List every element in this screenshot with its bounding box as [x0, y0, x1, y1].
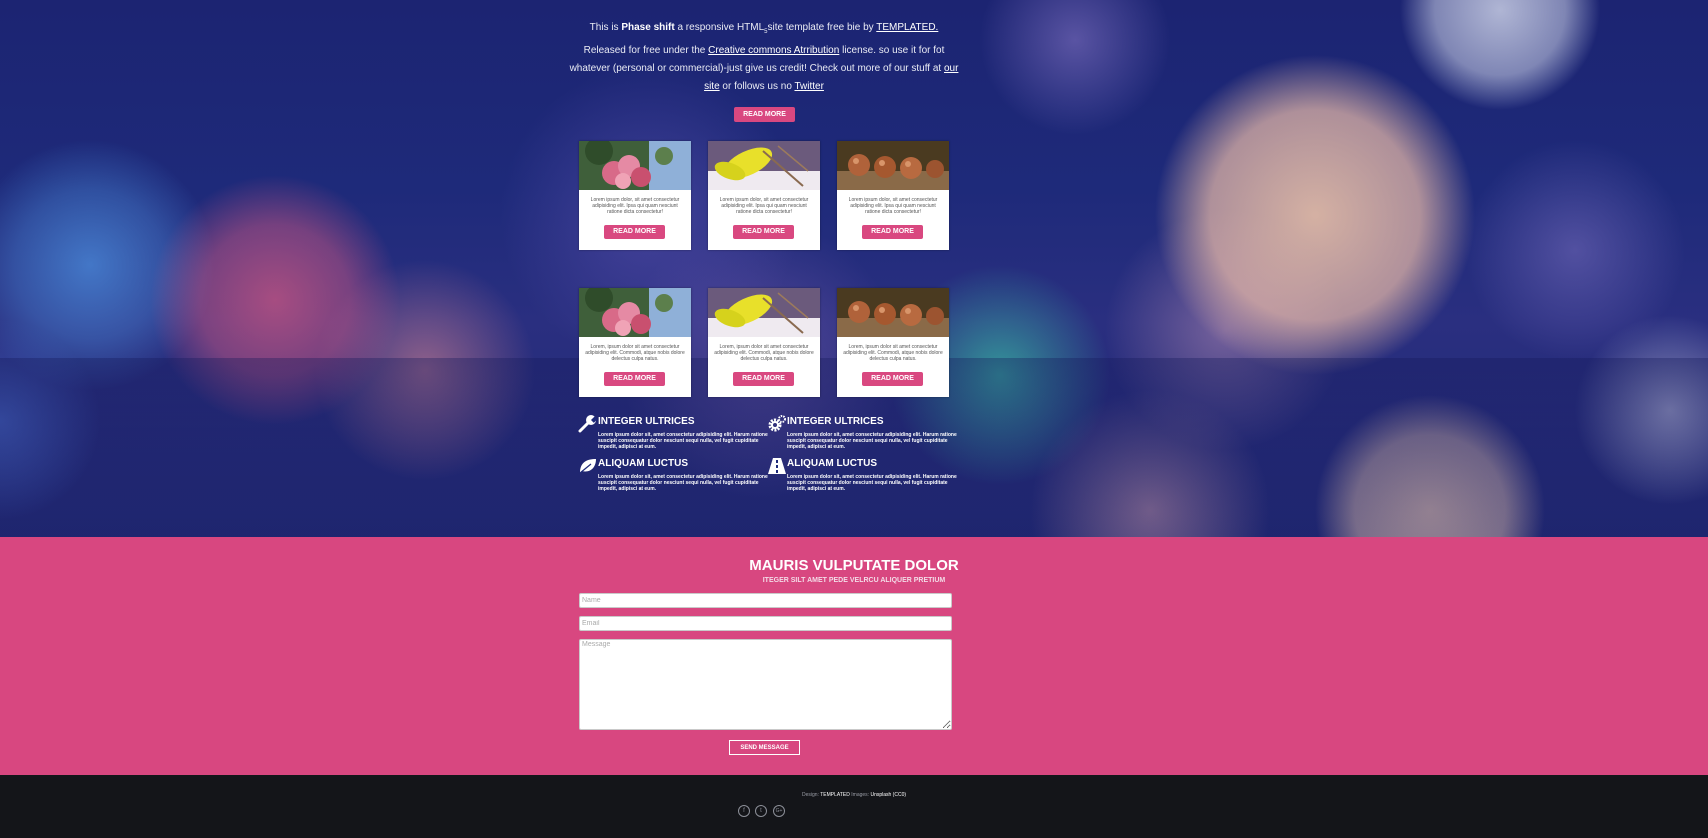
yellow-leaf-photo: [708, 141, 820, 190]
road-icon: [767, 456, 787, 476]
feature-title: ALIQUAM LUCTUS: [598, 458, 688, 469]
feature-text: Lorem ipsum dolor sit, amet consectetur …: [598, 474, 768, 492]
main-section: This is Phase shift a responsive HTML5si…: [0, 0, 1708, 537]
footer: Design: TEMPLATED Images: Unsplash (CC0)…: [0, 775, 1708, 838]
credit-label: Design:: [801, 792, 821, 798]
card-text: Lorem, ipsum dolor sit amet consectetur …: [585, 344, 685, 362]
intro-text: This is: [589, 22, 622, 33]
googleplus-icon[interactable]: G+: [773, 805, 785, 817]
twitter-icon[interactable]: t: [755, 805, 767, 817]
intro-brand: Phase shift: [621, 22, 675, 33]
feature-text: Lorem ipsum dolor sit, amet consectetur …: [598, 432, 768, 450]
intro-read-more-button[interactable]: READ MORE: [734, 107, 795, 122]
intro-text: a responsive HTML: [674, 22, 765, 33]
card-text: Lorem, ipsum dolor sit amet consectetur …: [714, 344, 814, 362]
feature-title: ALIQUAM LUCTUS: [787, 458, 877, 469]
yellow-leaf-photo: [708, 288, 820, 337]
card: Lorem ipsum dolor, sit amet consectetur …: [708, 141, 820, 250]
feature-title: INTEGER ULTRICES: [598, 416, 695, 427]
send-message-button[interactable]: SEND MESSAGE: [729, 740, 800, 755]
card: Lorem, ipsum dolor sit amet consectetur …: [579, 288, 691, 397]
leaf-icon: [578, 456, 598, 476]
intro-text: or follows us no: [719, 81, 795, 92]
facebook-icon[interactable]: f: [738, 805, 750, 817]
creative-commons-link[interactable]: Creative commons Atrribution: [708, 45, 839, 56]
wrench-icon: [578, 414, 598, 434]
intro-paragraph: Released for free under the Creative com…: [568, 42, 960, 96]
feature-title: INTEGER ULTRICES: [787, 416, 884, 427]
card-text: Lorem ipsum dolor, sit amet consectetur …: [848, 197, 938, 215]
contact-section: MAURIS VULPUTATE DOLOR ITEGER SILT AMET …: [0, 537, 1708, 775]
pink-blossom-photo: [579, 288, 691, 337]
templated-credit-link[interactable]: TEMPLATED: [820, 792, 850, 798]
contact-subtitle: ITEGER SILT AMET PEDE VELRCU ALIQUER PRE…: [762, 577, 946, 584]
gears-icon: [767, 414, 787, 434]
contact-title: MAURIS VULPUTATE DOLOR: [749, 557, 959, 574]
pink-blossom-photo: [579, 141, 691, 190]
card-read-more-button[interactable]: READ MORE: [862, 225, 923, 239]
card: Lorem, ipsum dolor sit amet consectetur …: [708, 288, 820, 397]
card-text: Lorem ipsum dolor, sit amet consectetur …: [590, 197, 680, 215]
card-text: Lorem ipsum dolor, sit amet consectetur …: [719, 197, 809, 215]
card: Lorem ipsum dolor, sit amet consectetur …: [837, 141, 949, 250]
feature-text: Lorem ipsum dolor sit, amet consectetur …: [787, 432, 957, 450]
card-read-more-button[interactable]: READ MORE: [604, 372, 665, 386]
card-read-more-button[interactable]: READ MORE: [733, 372, 794, 386]
card-read-more-button[interactable]: READ MORE: [604, 225, 665, 239]
card-text: Lorem, ipsum dolor sit amet consectetur …: [843, 344, 943, 362]
footer-credit: Design: TEMPLATED Images: Unsplash (CC0): [0, 792, 1708, 798]
intro-text: Released for free under the: [583, 45, 709, 56]
twitter-link[interactable]: Twitter: [794, 81, 823, 92]
credit-label: Images:: [849, 792, 871, 798]
intro-line: This is Phase shift a responsive HTML5si…: [568, 19, 960, 41]
card-read-more-button[interactable]: READ MORE: [862, 372, 923, 386]
name-field[interactable]: [579, 593, 952, 608]
card: Lorem, ipsum dolor sit amet consectetur …: [837, 288, 949, 397]
seed-pods-photo: [837, 288, 949, 337]
intro-text: site template free bie by: [767, 22, 877, 33]
seed-pods-photo: [837, 141, 949, 190]
card-read-more-button[interactable]: READ MORE: [733, 225, 794, 239]
templated-link[interactable]: TEMPLATED.: [876, 22, 938, 33]
unsplash-credit-link[interactable]: Unsplash (CC0): [870, 792, 906, 798]
email-field[interactable]: [579, 616, 952, 631]
feature-text: Lorem ipsum dolor sit, amet consectetur …: [787, 474, 957, 492]
message-field[interactable]: [579, 639, 952, 730]
card: Lorem ipsum dolor, sit amet consectetur …: [579, 141, 691, 250]
